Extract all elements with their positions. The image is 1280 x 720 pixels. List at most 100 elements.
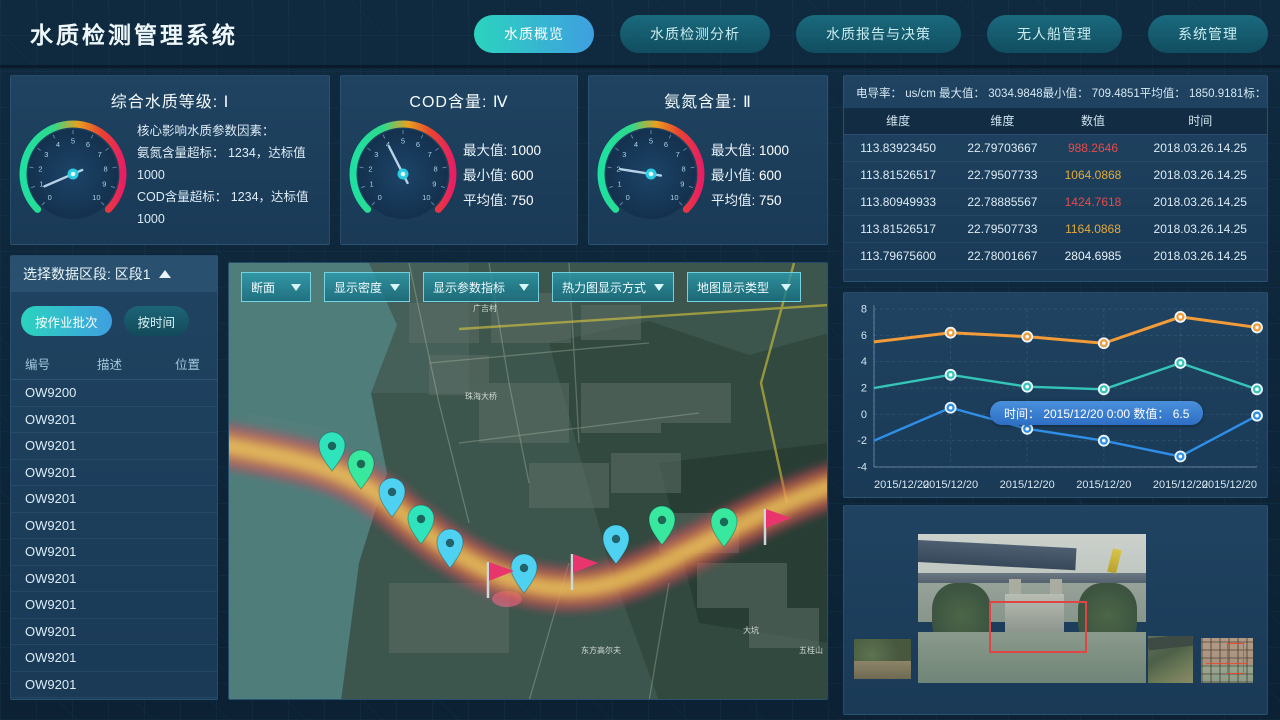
map-toolbar: 断面 显示密度 显示参数指标 热力图显示方式 地图显示类型 [241,272,801,302]
dropdown-label: 显示密度 [334,279,382,296]
chevron-down-icon [519,284,529,291]
dropdown-label: 地图显示类型 [697,279,769,296]
col-time: 时间 [1134,108,1267,134]
filter-by-batch-button[interactable]: 按作业批次 [21,306,112,336]
col-position: 位置 [175,354,200,373]
map-dropdown-0[interactable]: 断面 [241,272,311,302]
chart-tooltip: 时间： 2015/12/20 0:00 数值： 6.5 [990,401,1203,425]
svg-text:9: 9 [680,180,684,189]
gauge-icon: 012345678910 [595,114,707,236]
stat-min: 最小值: 600 [711,163,789,188]
segment-select[interactable]: 选择数据区段: 区段1 [11,256,217,292]
svg-text:1: 1 [40,180,44,189]
map-dropdown-3[interactable]: 热力图显示方式 [552,272,674,302]
line-chart[interactable]: -4-2024682015/12/202015/12/202015/12/202… [844,293,1267,497]
svg-text:5: 5 [649,137,653,146]
photo-thumbnail[interactable] [854,639,911,679]
svg-text:10: 10 [92,193,100,202]
segment-row[interactable]: OW9201 [11,672,217,699]
segment-row[interactable]: OW9201 [11,486,217,513]
cod-panel: COD含量: Ⅳ 012345678910 最大值: 1000 最小值: 600… [340,75,578,245]
svg-text:0: 0 [48,193,52,202]
svg-text:3: 3 [374,150,378,159]
nav-tab-2[interactable]: 水质报告与决策 [796,15,961,53]
cell-lat: 22.79507733 [952,215,1052,242]
filter-by-time-button[interactable]: 按时间 [124,306,190,336]
gauge-icon: 012345678910 [17,114,135,236]
map-dropdown-4[interactable]: 地图显示类型 [687,272,801,302]
cell-lat: 22.79507733 [952,161,1052,188]
satellite-map[interactable]: 广吉村珠海大桥东方高尔夫大坑五桂山 断面显示密度显示参数指标热力图显示方式地图显… [228,262,828,700]
svg-text:5: 5 [401,137,405,146]
photo-thumbnail[interactable] [1201,638,1253,683]
cell-lng: 113.81526517 [844,215,952,242]
segment-row[interactable]: OW9201 [11,513,217,540]
svg-text:8: 8 [861,304,867,316]
segment-row[interactable]: OW9201 [11,460,217,487]
segment-row[interactable]: OW9201 [11,433,217,460]
segment-list: OW9200OW9201OW9201OW9201OW9201OW9201OW92… [11,380,217,698]
chevron-down-icon [291,284,301,291]
site-photos-panel [843,505,1268,715]
map-label: 东方高尔夫 [581,645,621,655]
svg-text:2: 2 [368,164,372,173]
svg-text:4: 4 [861,356,867,368]
cell-lat: 22.79703667 [952,134,1052,161]
col-longitude: 维度 [844,108,952,134]
map-dropdown-2[interactable]: 显示参数指标 [423,272,539,302]
cell-value: 1064.0868 [1052,161,1133,188]
table-row: 113.8392345022.79703667988.26462018.03.2… [844,134,1267,161]
filter-row: 按作业批次 按时间 [11,292,217,346]
svg-text:3: 3 [622,150,626,159]
cell-time: 2018.03.26.14.25 [1134,161,1267,188]
annotation-box [989,601,1087,653]
conductivity-table: 维度 维度 数值 时间 113.8392345022.79703667988.2… [844,108,1267,270]
svg-text:2015/12/20: 2015/12/20 [1153,479,1208,491]
gauge-icon: 012345678910 [347,114,459,236]
nav-tab-4[interactable]: 系统管理 [1148,15,1268,53]
cell-value: 1424.7618 [1052,188,1133,215]
cell-value: 1164.0868 [1052,215,1133,242]
segment-row[interactable]: OW9201 [11,645,217,672]
map-canvas: 广吉村珠海大桥东方高尔夫大坑五桂山 [229,263,828,700]
map-dropdown-1[interactable]: 显示密度 [324,272,410,302]
stat-max: 最大值: 1000 [463,138,541,163]
svg-text:2015/12/20: 2015/12/20 [923,479,978,491]
nav-tab-0[interactable]: 水质概览 [474,15,594,53]
table-row: 113.8152651722.795077331064.08682018.03.… [844,161,1267,188]
svg-text:1: 1 [370,180,374,189]
overall-quality-panel: 综合水质等级: Ⅰ 012345678910 核心影响水质参数因素： 氨氮含量超… [10,75,330,245]
ammonia-panel: 氨氮含量: Ⅱ 012345678910 最大值: 1000 最小值: 600 … [588,75,828,245]
cell-time: 2018.03.26.14.25 [1134,188,1267,215]
svg-text:8: 8 [104,164,108,173]
segment-row[interactable]: OW9201 [11,566,217,593]
thumb-bank [854,661,911,679]
nav-tab-3[interactable]: 无人船管理 [987,15,1122,53]
stat-avg: 平均值: 750 [463,188,541,213]
segment-row[interactable]: OW9201 [11,407,217,434]
svg-text:2015/12/20: 2015/12/20 [874,479,929,491]
dropdown-label: 显示参数指标 [433,279,505,296]
svg-text:7: 7 [428,150,432,159]
svg-text:2: 2 [861,383,867,395]
nav-tab-1[interactable]: 水质检测分析 [620,15,770,53]
col-description: 描述 [97,354,175,373]
cod-exceed-line: COD含量超标： 1234，达标值1000 [137,186,323,230]
dropdown-label: 断面 [251,279,275,296]
svg-text:2015/12/20: 2015/12/20 [1076,479,1131,491]
thumb-annotation [1227,643,1244,675]
svg-text:2: 2 [38,164,42,173]
map-label: 大坑 [743,625,759,635]
thumb-annotation-line [1206,663,1248,664]
svg-text:3: 3 [44,150,48,159]
segment-row[interactable]: OW9200 [11,380,217,407]
cell-time: 2018.03.26.14.25 [1134,242,1267,269]
photo-thumbnail[interactable] [1148,636,1193,683]
segment-row[interactable]: OW9201 [11,619,217,646]
segment-row[interactable]: OW9201 [11,592,217,619]
list-header: 编号 描述 位置 [11,346,217,380]
thumb-bridge [1148,636,1193,651]
segment-row[interactable]: OW9201 [11,539,217,566]
app-title: 水质检测管理系统 [30,16,238,50]
cell-time: 2018.03.26.14.25 [1134,215,1267,242]
